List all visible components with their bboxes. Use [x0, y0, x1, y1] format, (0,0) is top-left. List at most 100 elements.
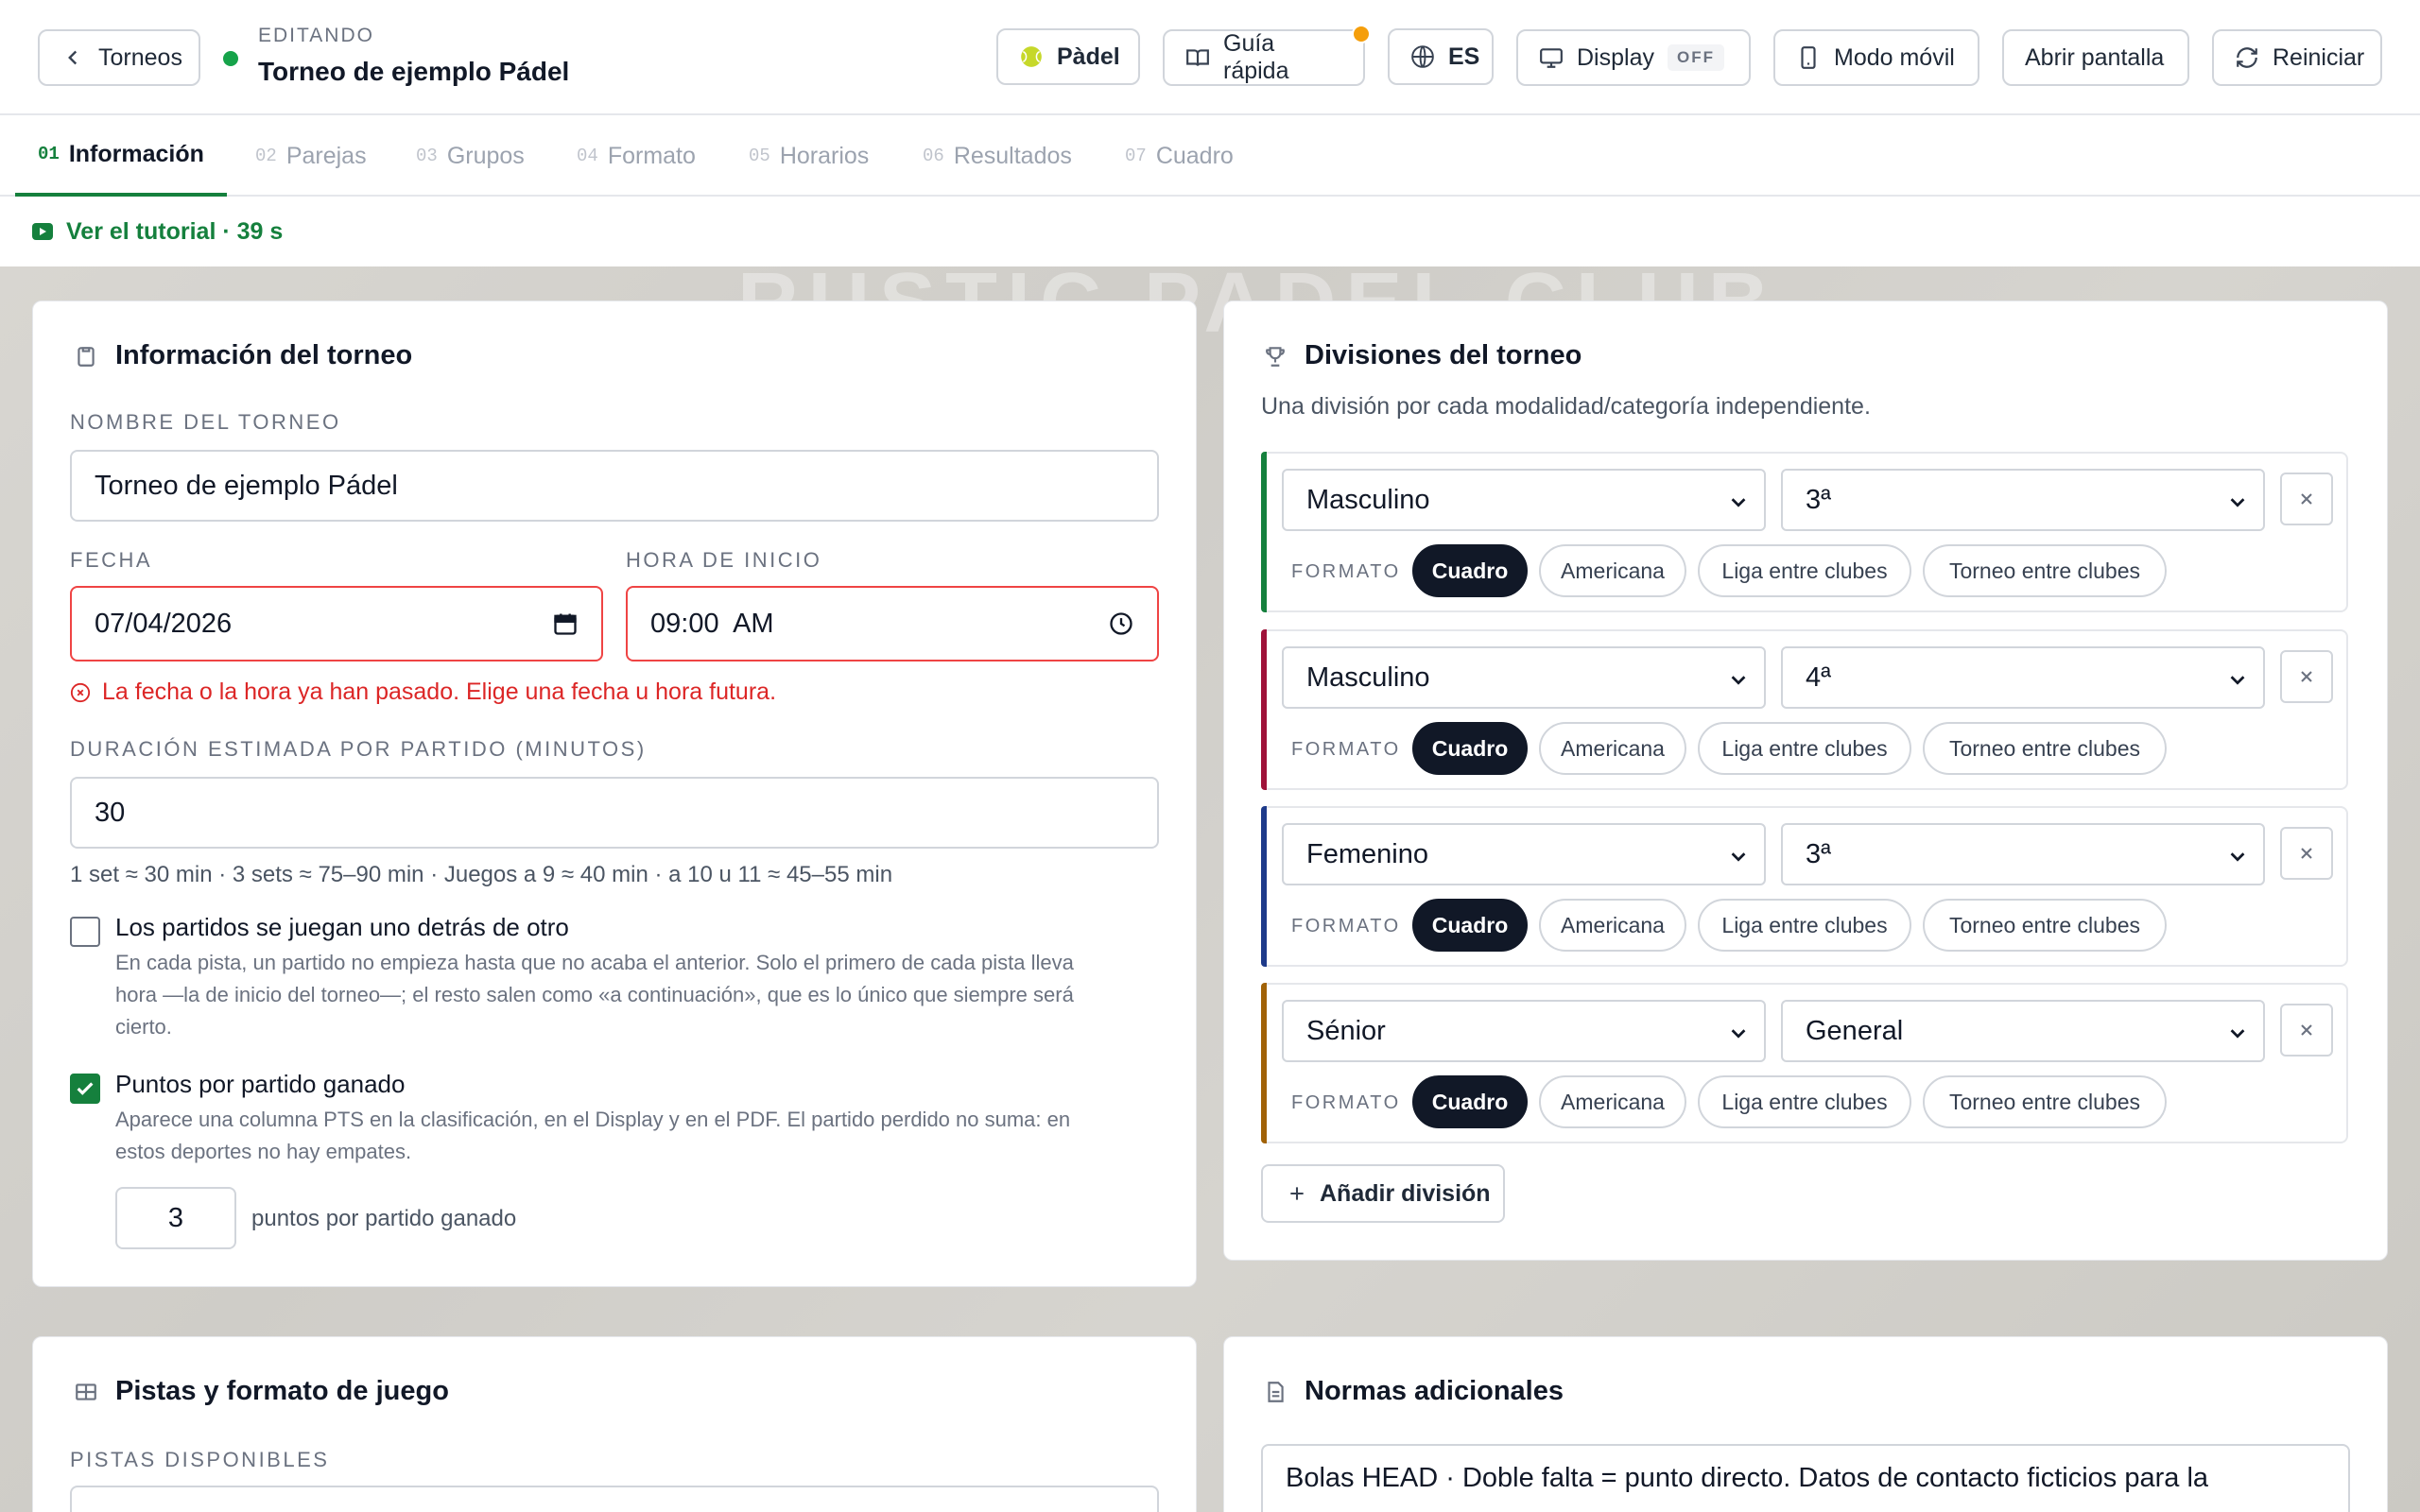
format-chip-americana[interactable]: Americana — [1539, 544, 1686, 597]
format-chip-torneo-entre-clubes[interactable]: Torneo entre clubes — [1923, 899, 2167, 952]
date-input[interactable]: 07/04/2026 — [70, 586, 603, 662]
start-time-label: HORA DE INICIO — [626, 548, 822, 572]
division-gender-value: Femenino — [1306, 838, 1428, 869]
format-chip-liga-entre-clubes[interactable]: Liga entre clubes — [1698, 722, 1911, 775]
rules-textarea[interactable]: Bolas HEAD · Doble falta = punto directo… — [1261, 1444, 2350, 1512]
start-time-value: 09:00 AM — [650, 608, 774, 639]
format-chip-torneo-entre-clubes[interactable]: Torneo entre clubes — [1923, 1075, 2167, 1128]
duration-value: 30 — [95, 797, 126, 828]
sport-button[interactable]: Pàdel — [996, 28, 1140, 85]
tab-label: Cuadro — [1155, 142, 1234, 169]
tab-number: 01 — [38, 144, 60, 164]
video-play-icon — [32, 223, 53, 240]
division-gender-select[interactable]: Femenino — [1282, 823, 1766, 885]
rules-title: Normas adicionales — [1305, 1376, 1564, 1406]
top-bar: Torneos EDITANDO Torneo de ejemplo Pádel… — [0, 0, 2420, 115]
back-button-label: Torneos — [98, 43, 182, 71]
close-icon — [2301, 848, 2312, 859]
division-gender-select[interactable]: Masculino — [1282, 469, 1766, 531]
format-chip-cuadro[interactable]: Cuadro — [1412, 1075, 1528, 1128]
format-chip-americana[interactable]: Americana — [1539, 1075, 1686, 1128]
division-row: Masculino 4ª FORMATO Cuadro Americana Li… — [1261, 629, 2348, 790]
remove-division-button[interactable] — [2280, 650, 2333, 703]
format-chip-cuadro[interactable]: Cuadro — [1412, 722, 1528, 775]
format-chip-americana[interactable]: Americana — [1539, 899, 1686, 952]
tab-parejas[interactable]: 02 Parejas — [255, 115, 367, 197]
mobile-mode-label: Modo móvil — [1834, 43, 1955, 71]
remove-division-button[interactable] — [2280, 827, 2333, 880]
sequential-matches-desc-1: En cada pista, un partido no empieza has… — [115, 951, 1074, 974]
tab-label: Grupos — [446, 142, 525, 169]
sequential-matches-desc-3: cierto. — [115, 1015, 172, 1039]
rules-text: Bolas HEAD · Doble falta = punto directo… — [1286, 1463, 2209, 1493]
back-button[interactable]: Torneos — [38, 29, 200, 86]
close-icon — [2301, 671, 2312, 682]
date-error-message: La fecha o la hora ya han pasado. Elige … — [70, 679, 776, 706]
division-category-value: General — [1806, 1015, 1904, 1046]
refresh-icon — [2237, 47, 2257, 68]
division-color-stripe — [1261, 983, 1267, 1143]
tab-number: 02 — [255, 146, 277, 166]
points-per-win-checkbox[interactable] — [70, 1074, 100, 1104]
add-division-button[interactable]: Añadir división — [1261, 1164, 1505, 1223]
division-category-select[interactable]: General — [1781, 1000, 2265, 1062]
division-gender-select[interactable]: Sénior — [1282, 1000, 1766, 1062]
display-toggle-button[interactable]: Display OFF — [1516, 29, 1751, 86]
format-chip-americana[interactable]: Americana — [1539, 722, 1686, 775]
format-chip-cuadro[interactable]: Cuadro — [1412, 899, 1528, 952]
division-color-stripe — [1261, 629, 1267, 790]
mobile-mode-button[interactable]: Modo móvil — [1773, 29, 1979, 86]
available-courts-input[interactable] — [70, 1486, 1159, 1512]
tab-informacion[interactable]: 01 Información — [15, 115, 227, 197]
format-chip-cuadro[interactable]: Cuadro — [1412, 544, 1528, 597]
tournament-name-input[interactable]: Torneo de ejemplo Pádel — [70, 450, 1159, 522]
tutorial-link[interactable]: Ver el tutorial · 39 s — [0, 197, 2420, 266]
tab-cuadro[interactable]: 07 Cuadro — [1125, 115, 1234, 197]
tab-formato[interactable]: 04 Formato — [577, 115, 696, 197]
points-per-win-input[interactable]: 3 — [115, 1187, 236, 1249]
start-time-input[interactable]: 09:00 AM — [626, 586, 1159, 662]
display-state-badge: OFF — [1667, 44, 1724, 71]
division-category-select[interactable]: 4ª — [1781, 646, 2265, 709]
tournament-title: Torneo de ejemplo Pádel — [258, 57, 570, 86]
division-color-stripe — [1261, 452, 1267, 612]
tab-resultados[interactable]: 06 Resultados — [923, 115, 1072, 197]
division-gender-select[interactable]: Masculino — [1282, 646, 1766, 709]
format-label: FORMATO — [1291, 561, 1401, 582]
format-chip-liga-entre-clubes[interactable]: Liga entre clubes — [1698, 544, 1911, 597]
format-chip-torneo-entre-clubes[interactable]: Torneo entre clubes — [1923, 722, 2167, 775]
sequential-matches-checkbox[interactable] — [70, 917, 100, 947]
open-screen-button[interactable]: Abrir pantalla — [2002, 29, 2189, 86]
format-chip-torneo-entre-clubes[interactable]: Torneo entre clubes — [1923, 544, 2167, 597]
notification-dot — [1352, 25, 1371, 43]
chevron-down-icon — [2230, 852, 2245, 862]
tab-label: Parejas — [285, 142, 367, 169]
division-category-select[interactable]: 3ª — [1781, 469, 2265, 531]
duration-input[interactable]: 30 — [70, 777, 1159, 849]
format-chip-liga-entre-clubes[interactable]: Liga entre clubes — [1698, 899, 1911, 952]
division-row: Femenino 3ª FORMATO Cuadro Americana Lig… — [1261, 806, 2348, 967]
remove-division-button[interactable] — [2280, 1004, 2333, 1057]
reset-button[interactable]: Reiniciar — [2212, 29, 2382, 86]
sport-label: Pàdel — [1057, 43, 1120, 70]
tab-horarios[interactable]: 05 Horarios — [749, 115, 869, 197]
format-label: FORMATO — [1291, 739, 1401, 760]
tab-number: 07 — [1125, 146, 1147, 166]
division-color-stripe — [1261, 806, 1267, 967]
globe-icon — [1411, 45, 1434, 68]
step-tabs: 01 Información 02 Parejas 03 Grupos 04 F… — [0, 115, 2420, 197]
format-chip-liga-entre-clubes[interactable]: Liga entre clubes — [1698, 1075, 1911, 1128]
calendar-icon[interactable] — [552, 610, 579, 637]
division-category-select[interactable]: 3ª — [1781, 823, 2265, 885]
language-button[interactable]: ES — [1388, 28, 1494, 85]
divisions-heading: Divisiones del torneo — [1263, 340, 1582, 371]
remove-division-button[interactable] — [2280, 472, 2333, 525]
quick-guide-button[interactable]: Guía rápida — [1163, 29, 1365, 86]
plus-icon — [1290, 1187, 1304, 1200]
clock-icon[interactable] — [1108, 610, 1134, 637]
format-label: FORMATO — [1291, 1092, 1401, 1113]
display-label: Display — [1577, 43, 1654, 71]
duration-hint: 1 set ≈ 30 min · 3 sets ≈ 75–90 min · Ju… — [70, 862, 893, 887]
division-row: Masculino 3ª FORMATO Cuadro Americana Li… — [1261, 452, 2348, 612]
tab-grupos[interactable]: 03 Grupos — [416, 115, 525, 197]
